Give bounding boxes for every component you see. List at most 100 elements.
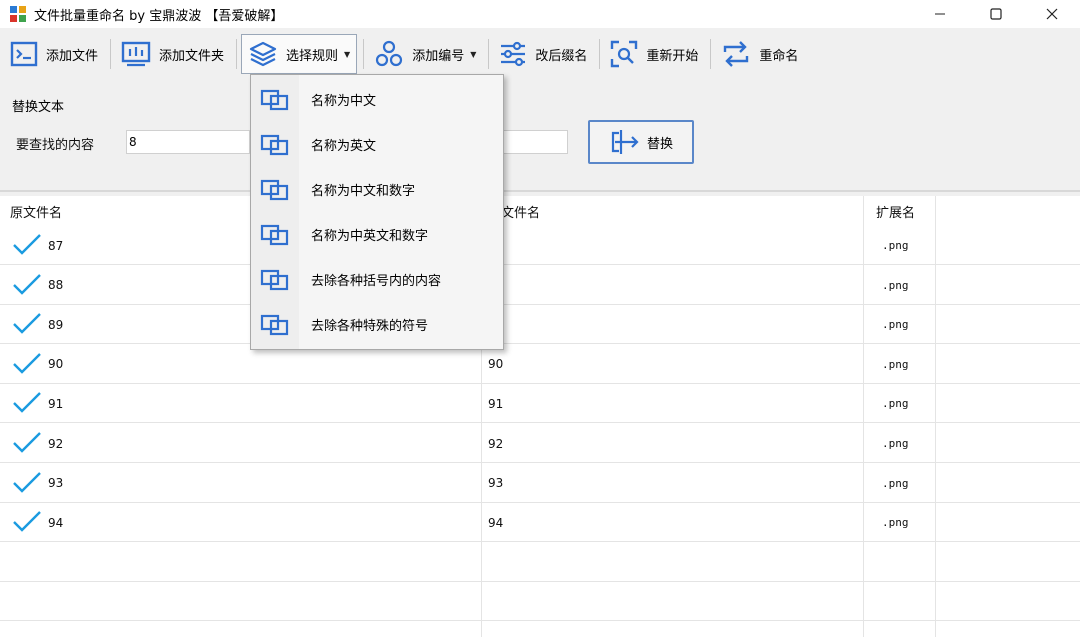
table-row[interactable]: 91 91 .png: [0, 384, 1080, 424]
extension-cell: .png: [882, 516, 909, 530]
add-folder-label: 添加文件夹: [159, 48, 225, 64]
close-button[interactable]: [1024, 0, 1080, 28]
toolbar-separator: [236, 39, 238, 69]
rule-menu-item[interactable]: 名称为中英文和数字: [251, 212, 503, 257]
add-folder-button[interactable]: 添加文件夹: [115, 34, 230, 74]
rename-button[interactable]: 重命名: [715, 34, 804, 74]
toolbar-separator: [599, 39, 601, 69]
header-original-name[interactable]: 原文件名: [10, 196, 62, 226]
scan-search-icon: [611, 40, 638, 68]
sliders-icon: [501, 41, 526, 67]
maximize-button[interactable]: [968, 0, 1024, 28]
restart-label: 重新开始: [646, 48, 699, 64]
rule-menu-item-label: 名称为英文: [311, 139, 377, 154]
rule-menu-item-label: 名称为中文和数字: [311, 184, 416, 199]
extension-cell: .png: [882, 239, 909, 252]
circles-icon: [376, 40, 403, 67]
copy-icon: [260, 89, 289, 111]
new-name-cell: 94: [488, 515, 504, 530]
table-row[interactable]: 8989.png: [0, 305, 1080, 345]
rule-menu-item[interactable]: 去除各种括号内的内容: [251, 257, 503, 302]
table-row[interactable]: 93 93 .png: [0, 464, 1080, 503]
add-number-button[interactable]: 添加编号 ▼: [368, 34, 482, 74]
check-icon: [13, 234, 41, 255]
new-name-cell: 91: [488, 396, 504, 411]
find-input[interactable]: [126, 130, 250, 154]
replace-button-label: 替换: [646, 136, 673, 152]
layers-icon: [249, 41, 277, 67]
table-row[interactable]: [0, 543, 1080, 582]
rule-menu-item-label: 名称为中文: [311, 94, 377, 109]
select-rule-label: 选择规则: [286, 48, 339, 64]
copy-icon: [260, 134, 289, 156]
dropdown-caret-icon: ▼: [470, 49, 477, 59]
toolbar-separator: [110, 39, 112, 69]
section-divider: [0, 190, 1080, 192]
table-row[interactable]: 94 94 .png: [0, 503, 1080, 543]
copy-icon: [260, 224, 289, 246]
check-icon: [13, 471, 41, 493]
check-icon: [13, 313, 41, 334]
extension-cell: .png: [882, 397, 909, 411]
copy-icon: [260, 179, 289, 201]
add-folder-icon: [121, 41, 151, 67]
table-row[interactable]: 8787.png: [0, 226, 1080, 265]
check-icon: [13, 432, 41, 453]
new-name-cell: 93: [488, 476, 504, 491]
window-title: 文件批量重命名 by 宝鼎波波 【吾爱破解】: [34, 8, 284, 24]
extension-cell: .png: [882, 357, 909, 371]
toolbar: 添加文件 添加文件夹 选择规则 ▼ 添加编号 ▼ 改后缀名 重新开始 重命名: [0, 28, 1080, 80]
rule-menu-item[interactable]: 去除各种特殊的符号: [251, 302, 503, 347]
title-bar: 文件批量重命名 by 宝鼎波波 【吾爱破解】: [0, 0, 1080, 28]
table-row[interactable]: 88人.png: [0, 266, 1080, 305]
original-name-cell: 91: [48, 396, 64, 411]
replace-button[interactable]: 替换: [588, 120, 694, 164]
rule-menu-item[interactable]: 名称为中文和数字: [251, 167, 503, 212]
copy-icon: [260, 269, 289, 291]
add-number-label: 添加编号: [412, 48, 465, 64]
rule-menu-item-label: 名称为中英文和数字: [311, 229, 429, 244]
app-icon: [10, 6, 26, 22]
extension-cell: .png: [882, 278, 909, 292]
check-icon: [13, 273, 41, 295]
change-extension-label: 改后缀名: [535, 48, 588, 64]
toolbar-separator: [710, 39, 712, 69]
minimize-button[interactable]: [912, 0, 968, 28]
table-row[interactable]: [0, 582, 1080, 622]
swap-arrows-icon: [724, 41, 749, 67]
group-title: 替换文本: [12, 100, 65, 115]
original-name-cell: 92: [48, 436, 64, 451]
copy-icon: [260, 314, 289, 336]
rename-label: 重命名: [759, 48, 799, 64]
original-name-cell: 93: [48, 476, 64, 491]
check-icon: [13, 392, 41, 414]
select-rule-button[interactable]: 选择规则 ▼: [241, 34, 358, 74]
replace-with-input[interactable]: [502, 130, 568, 154]
table-row[interactable]: 90 90 .png: [0, 345, 1080, 384]
rules-dropdown-menu: 名称为中文名称为英文名称为中文和数字 名称为中英文和数字去除各种括号内的内容 去除各…: [250, 74, 504, 350]
toolbar-separator: [488, 39, 490, 69]
new-name-cell: 90: [488, 357, 504, 372]
dropdown-caret-icon: ▼: [344, 49, 351, 59]
maximize-icon: [990, 8, 1002, 20]
original-name-cell: 88: [48, 278, 64, 293]
toolbar-separator: [363, 39, 365, 69]
header-extension[interactable]: 扩展名: [876, 196, 915, 226]
new-name-cell: 92: [488, 436, 504, 451]
check-icon: [13, 352, 41, 374]
change-extension-button[interactable]: 改后缀名: [493, 34, 593, 74]
restart-button[interactable]: 重新开始: [604, 34, 704, 74]
find-label: 要查找的内容: [16, 138, 95, 153]
extension-cell: .png: [882, 318, 909, 332]
original-name-cell: 89: [48, 317, 64, 332]
rule-menu-item[interactable]: 名称为英文: [251, 122, 503, 167]
add-file-button[interactable]: 添加文件: [4, 34, 104, 74]
rule-menu-item[interactable]: 名称为中文: [251, 77, 503, 122]
extension-cell: .png: [882, 476, 909, 490]
minimize-icon: [935, 13, 945, 15]
file-table: 原文件名 新文件名 扩展名 8787.png88人.png8989.png909…: [0, 196, 1080, 637]
original-name-cell: 87: [48, 238, 64, 253]
add-file-icon: [10, 41, 38, 67]
table-row[interactable]: 92 92 .png: [0, 424, 1080, 463]
original-name-cell: 90: [48, 357, 64, 372]
